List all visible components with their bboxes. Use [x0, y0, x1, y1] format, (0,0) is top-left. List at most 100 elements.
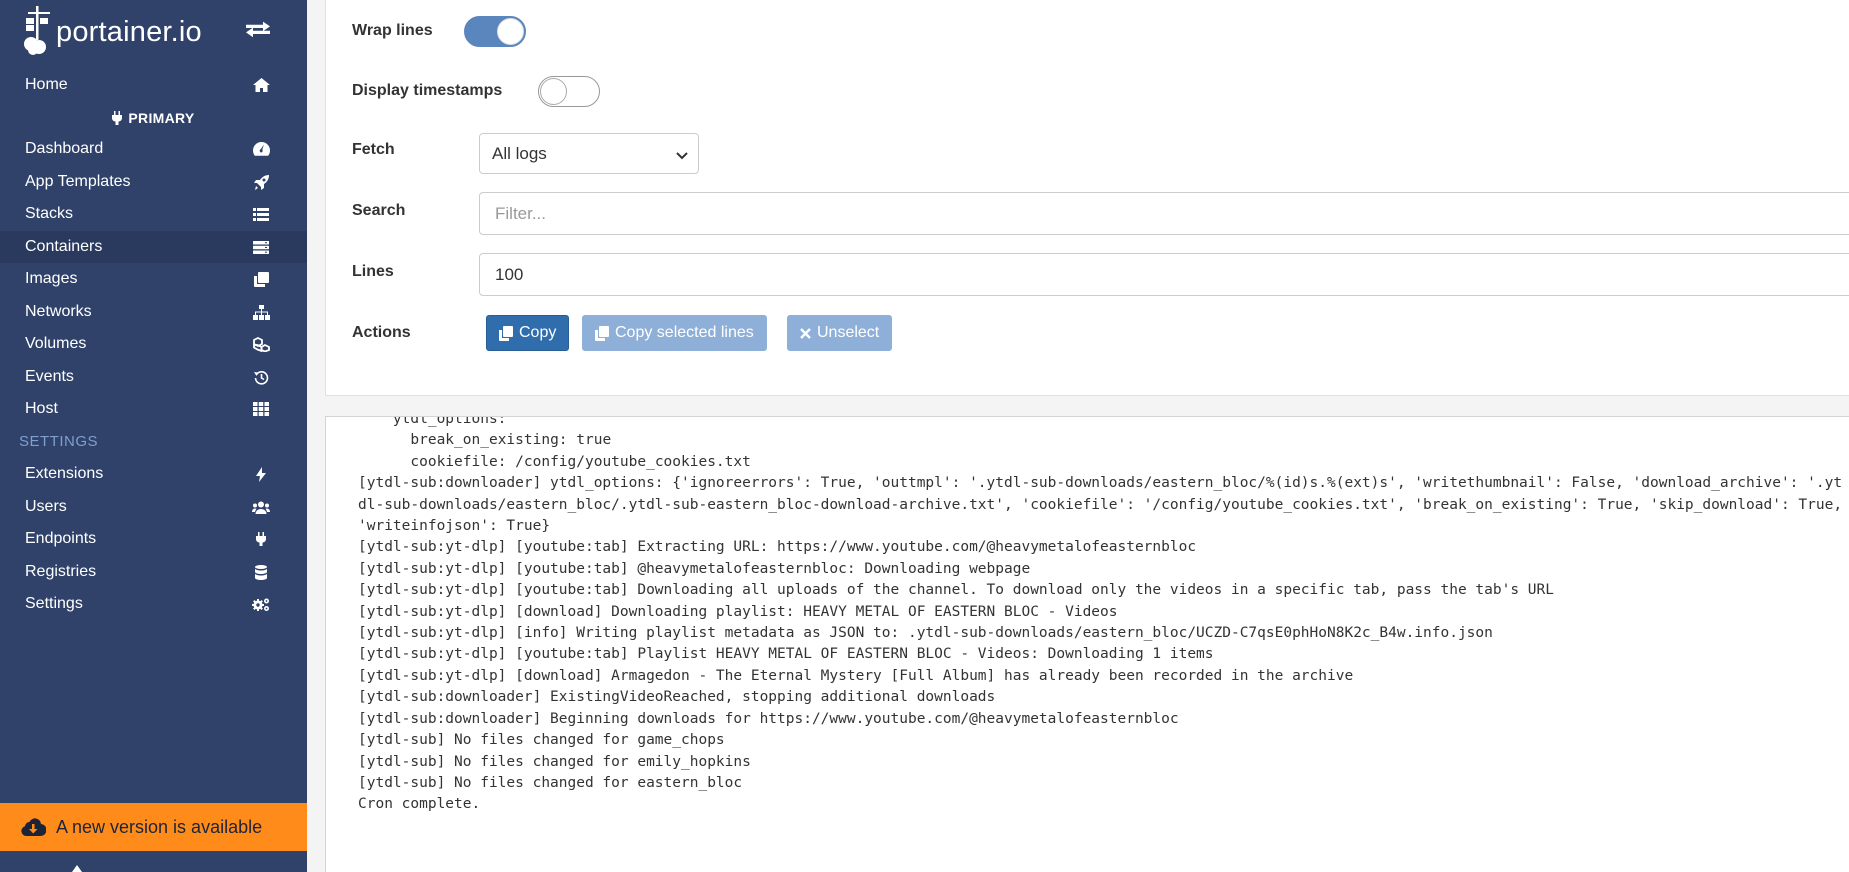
cogs-icon [251, 597, 271, 612]
search-input[interactable]: Filter... [479, 192, 1849, 235]
log-line[interactable]: ytdl_options: [358, 417, 1846, 430]
users-icon [251, 501, 271, 514]
log-lines: ytdl_options: break_on_existing: true co… [358, 417, 1846, 816]
sidebar-item-users[interactable]: Users [0, 491, 307, 523]
sidebar-item-label: Users [25, 498, 67, 515]
sidebar-item-stacks[interactable]: Stacks [0, 198, 307, 230]
log-line[interactable]: [ytdl-sub] No files changed for eastern_… [358, 773, 1846, 794]
wrap-lines-toggle[interactable] [464, 16, 526, 47]
plug-icon [112, 111, 123, 125]
log-line[interactable]: cookiefile: /config/youtube_cookies.txt [358, 452, 1846, 473]
display-timestamps-toggle[interactable] [538, 76, 600, 107]
log-line[interactable]: [ytdl-sub:yt-dlp] [youtube:tab] Download… [358, 580, 1846, 601]
log-line[interactable]: [ytdl-sub:downloader] ExistingVideoReach… [358, 687, 1846, 708]
log-settings-panel: Wrap lines Display timestamps Fetch All … [325, 0, 1849, 396]
sidebar-item-label: Stacks [25, 205, 74, 222]
th-icon [251, 402, 271, 416]
rocket-icon [251, 174, 271, 190]
sidebar-item-registries[interactable]: Registries [0, 556, 307, 588]
sidebar-item-label: Home [25, 76, 68, 93]
footer-icon [72, 865, 82, 872]
lines-label: Lines [352, 263, 394, 280]
log-line[interactable]: [ytdl-sub:yt-dlp] [youtube:tab] Playlist… [358, 644, 1846, 665]
sidebar-item-label: Images [25, 270, 78, 287]
sidebar-item-app-templates[interactable]: App Templates [0, 166, 307, 198]
cloud-download-icon [20, 817, 46, 837]
lines-input-value: 100 [495, 264, 524, 284]
sitemap-icon [251, 304, 271, 320]
log-line[interactable]: [ytdl-sub:yt-dlp] [download] Downloading… [358, 602, 1846, 623]
home-icon [251, 78, 271, 92]
sidebar-item-networks[interactable]: Networks [0, 296, 307, 328]
sidebar-item-volumes[interactable]: Volumes [0, 328, 307, 360]
toggle-knob [497, 18, 524, 45]
log-line[interactable]: [ytdl-sub] No files changed for emily_ho… [358, 752, 1846, 773]
log-line[interactable]: Cron complete. [358, 794, 1846, 815]
unselect-button[interactable]: Unselect [787, 315, 893, 351]
sidebar-item-label: Containers [25, 238, 103, 255]
close-icon [800, 327, 811, 339]
sidebar-item-extensions[interactable]: Extensions [0, 458, 307, 490]
unselect-button-label: Unselect [817, 324, 880, 341]
sidebar-item-label: Events [25, 368, 74, 385]
server-icon [251, 240, 271, 254]
sidebar-item-label: Settings [25, 595, 83, 612]
copy-button-label: Copy [519, 324, 557, 341]
log-line[interactable]: [ytdl-sub:yt-dlp] [info] Writing playlis… [358, 623, 1846, 644]
log-output[interactable]: ytdl_options: break_on_existing: true co… [325, 416, 1849, 872]
lines-input[interactable]: 100 [479, 253, 1849, 296]
copy-button[interactable]: Copy [486, 315, 570, 351]
copy-icon [595, 325, 609, 341]
actions-label: Actions [352, 324, 411, 341]
sidebar-item-label: Endpoints [25, 530, 97, 547]
sidebar-item-images[interactable]: Images [0, 263, 307, 295]
cubes-icon [251, 336, 271, 352]
sidebar-item-host[interactable]: Host [0, 393, 307, 425]
log-line[interactable]: [ytdl-sub:yt-dlp] [youtube:tab] @heavyme… [358, 559, 1846, 580]
sidebar: portainer.io Home PRIMARY Dashboard App … [0, 0, 307, 872]
tachometer-icon [251, 142, 271, 156]
sidebar-item-label: Volumes [25, 335, 87, 352]
log-line[interactable]: [ytdl-sub:downloader] Beginning download… [358, 709, 1846, 730]
fetch-select[interactable]: All logs [479, 133, 699, 174]
sidebar-item-label: Host [25, 400, 58, 417]
clone-icon [251, 271, 271, 287]
copy-icon [499, 325, 513, 341]
log-line[interactable]: [ytdl-sub:yt-dlp] [download] Armagedon -… [358, 666, 1846, 687]
list-icon [251, 207, 271, 221]
sidebar-item-home[interactable]: Home [0, 69, 307, 101]
sidebar-item-label: Networks [25, 303, 92, 320]
bolt-icon [251, 466, 271, 482]
log-line[interactable]: break_on_existing: true [358, 430, 1846, 451]
brand-name: portainer.io [56, 16, 202, 48]
display-timestamps-label: Display timestamps [352, 82, 503, 99]
sidebar-item-settings[interactable]: Settings [0, 588, 307, 620]
sidebar-item-dashboard[interactable]: Dashboard [0, 133, 307, 165]
settings-header: SETTINGS [19, 433, 99, 450]
sidebar-item-label: Dashboard [25, 140, 104, 157]
fetch-label: Fetch [352, 141, 395, 158]
copy-selected-lines-button[interactable]: Copy selected lines [582, 315, 767, 351]
update-banner-text: A new version is available [56, 816, 263, 837]
environment-name: PRIMARY [128, 110, 195, 126]
search-input-placeholder: Filter... [495, 203, 547, 223]
chevron-down-icon [676, 146, 688, 166]
sidebar-item-endpoints[interactable]: Endpoints [0, 523, 307, 555]
log-line[interactable]: [ytdl-sub:yt-dlp] [youtube:tab] Extracti… [358, 537, 1846, 558]
log-line[interactable]: [ytdl-sub:downloader] ytdl_options: {'ig… [358, 473, 1846, 537]
database-icon [251, 564, 271, 580]
sidebar-item-containers[interactable]: Containers [0, 231, 307, 263]
plug-icon [251, 532, 271, 546]
sidebar-item-label: Registries [25, 563, 97, 580]
sidebar-item-events[interactable]: Events [0, 361, 307, 393]
wrap-lines-label: Wrap lines [352, 22, 433, 39]
sidebar-footer [0, 851, 307, 872]
copy-selected-lines-button-label: Copy selected lines [615, 324, 754, 341]
fetch-select-value: All logs [492, 143, 547, 163]
portainer-crane-logo [24, 6, 50, 55]
arrows-swap-icon[interactable] [246, 20, 270, 49]
brand[interactable]: portainer.io [22, 6, 272, 58]
toggle-knob [540, 78, 567, 105]
update-banner[interactable]: A new version is available [0, 803, 307, 851]
log-line[interactable]: [ytdl-sub] No files changed for game_cho… [358, 730, 1846, 751]
